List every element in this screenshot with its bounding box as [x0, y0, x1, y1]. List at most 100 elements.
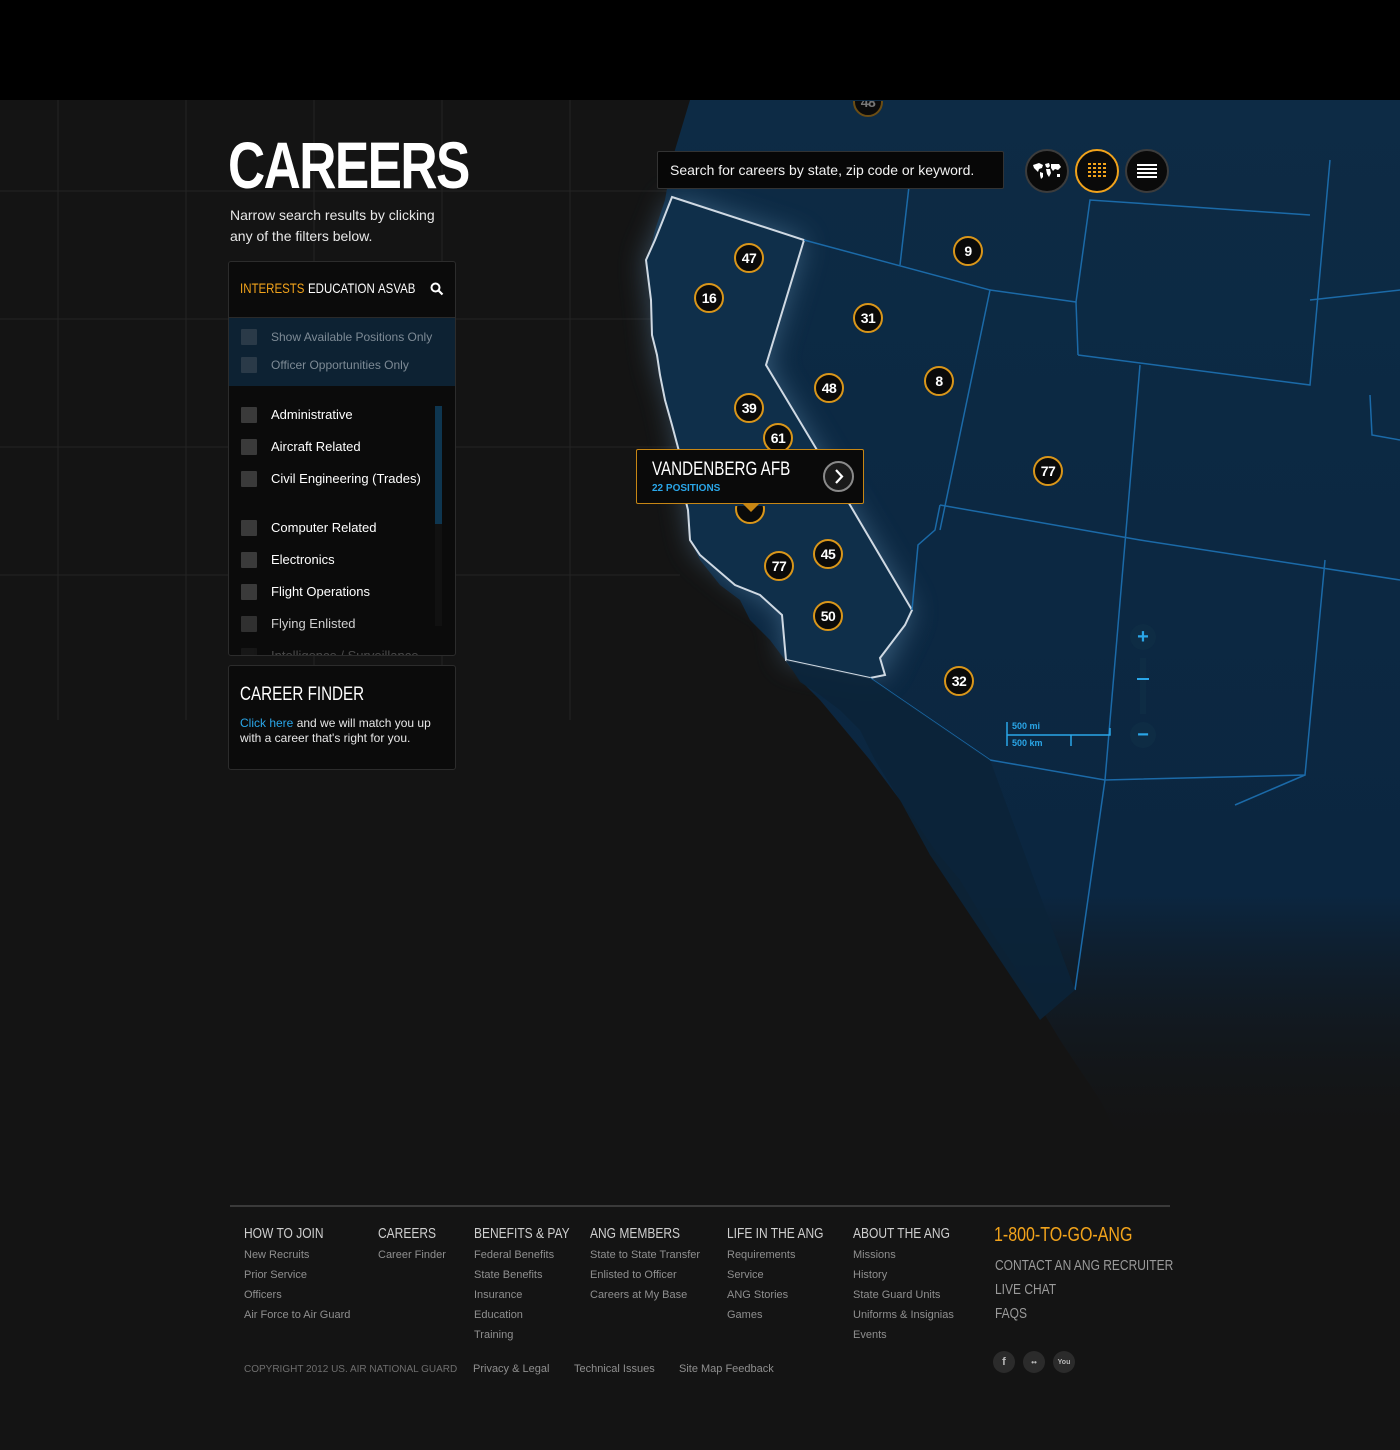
map-marker[interactable]: 45	[813, 539, 843, 569]
map-marker[interactable]: 9	[953, 236, 983, 266]
footer-link[interactable]: Careers at My Base	[590, 1289, 687, 1301]
checkbox[interactable]	[241, 616, 257, 632]
footer-link[interactable]: Missions	[853, 1249, 896, 1261]
checkbox[interactable]	[241, 520, 257, 536]
live-chat-link[interactable]: LIVE CHAT	[995, 1281, 1056, 1298]
copyright: COPYRIGHT 2012 US. AIR NATIONAL GUARD	[244, 1364, 458, 1375]
zoom-out-button[interactable]: −	[1130, 722, 1156, 748]
interest-computer-related[interactable]: Computer Related	[241, 519, 421, 536]
checkbox[interactable]	[241, 552, 257, 568]
interest-aircraft-related[interactable]: Aircraft Related	[241, 438, 421, 455]
map-marker[interactable]: 8	[924, 366, 954, 396]
zoom-slider-track[interactable]	[1140, 658, 1146, 714]
footer-link[interactable]: Training	[474, 1329, 513, 1341]
zoom-slider-handle[interactable]	[1137, 678, 1149, 680]
footer-link[interactable]: History	[853, 1269, 887, 1281]
footer-column-title[interactable]: ABOUT THE ANG	[853, 1225, 950, 1242]
footer-column-title[interactable]: ANG MEMBERS	[590, 1225, 680, 1242]
interest-administrative[interactable]: Administrative	[241, 406, 421, 423]
technical-issues-link[interactable]: Technical Issues	[574, 1363, 655, 1375]
map-area[interactable]	[0, 100, 1400, 1200]
footer-link[interactable]: Officers	[244, 1289, 282, 1301]
footer-link[interactable]: Air Force to Air Guard	[244, 1309, 350, 1321]
footer-column-title[interactable]: HOW TO JOIN	[244, 1225, 324, 1242]
checkbox[interactable]	[241, 471, 257, 487]
privacy-legal-link[interactable]: Privacy & Legal	[473, 1363, 549, 1375]
footer-link[interactable]: Requirements	[727, 1249, 795, 1261]
interest-list[interactable]: Administrative Aircraft Related Civil En…	[229, 398, 455, 655]
tab-asvab[interactable]: ASVAB	[378, 280, 415, 296]
youtube-icon[interactable]: You	[1053, 1351, 1075, 1373]
footer-link[interactable]: State to State Transfer	[590, 1249, 700, 1261]
interest-label: Flying Enlisted	[271, 616, 356, 631]
career-finder-link[interactable]: Click here	[240, 716, 293, 730]
contact-recruiter-link[interactable]: CONTACT AN ANG RECRUITER	[995, 1257, 1173, 1274]
footer-link[interactable]: Events	[853, 1329, 887, 1341]
footer-link[interactable]: New Recruits	[244, 1249, 309, 1261]
toggle-label: Officer Opportunities Only	[271, 358, 409, 372]
interest-flight-operations[interactable]: Flight Operations	[241, 583, 421, 600]
checkbox[interactable]	[241, 584, 257, 600]
footer-link[interactable]: Federal Benefits	[474, 1249, 554, 1261]
career-finder-text: Click here and we will match you up with…	[240, 716, 445, 746]
footer-link[interactable]: Uniforms & Insignias	[853, 1309, 954, 1321]
interest-intelligence[interactable]: Intelligence / Surveillance	[241, 647, 421, 655]
map-marker[interactable]: 39	[734, 393, 764, 423]
interest-flying-enlisted[interactable]: Flying Enlisted	[241, 615, 421, 632]
footer-column-title[interactable]: LIFE IN THE ANG	[727, 1225, 823, 1242]
list-scrollbar-thumb[interactable]	[435, 406, 442, 524]
footer-link[interactable]: Enlisted to Officer	[590, 1269, 677, 1281]
tooltip-positions: 22 POSITIONS	[652, 483, 721, 494]
faqs-link[interactable]: FAQS	[995, 1305, 1027, 1322]
world-map-icon	[1033, 163, 1061, 179]
grid-icon	[1088, 163, 1106, 177]
footer-divider	[230, 1205, 1170, 1207]
map-marker[interactable]: 32	[944, 666, 974, 696]
map-marker[interactable]: 50	[813, 601, 843, 631]
list-icon	[1137, 164, 1157, 178]
search-icon[interactable]	[430, 282, 444, 296]
search-input[interactable]	[658, 152, 1003, 188]
zoom-in-button[interactable]: +	[1130, 624, 1156, 650]
footer-column-title[interactable]: BENEFITS & PAY	[474, 1225, 570, 1242]
interest-civil-engineering[interactable]: Civil Engineering (Trades)	[241, 470, 421, 487]
interest-electronics[interactable]: Electronics	[241, 551, 421, 568]
footer-link[interactable]: Career Finder	[378, 1249, 446, 1261]
grid-view-button[interactable]	[1075, 149, 1119, 193]
map-marker[interactable]: 77	[1033, 456, 1063, 486]
base-tooltip[interactable]: VANDENBERG AFB 22 POSITIONS	[636, 449, 864, 512]
map-marker[interactable]: 77	[764, 551, 794, 581]
tooltip-open-button[interactable]	[823, 461, 854, 492]
interest-label: Administrative	[271, 407, 353, 422]
footer-link[interactable]: Insurance	[474, 1289, 522, 1301]
map-canvas[interactable]	[0, 100, 1400, 1200]
footer-link[interactable]: Games	[727, 1309, 762, 1321]
footer-link[interactable]: State Guard Units	[853, 1289, 940, 1301]
toggle-available-positions[interactable]: Show Available Positions Only	[241, 328, 432, 346]
site-map-feedback-link[interactable]: Site Map Feedback	[679, 1363, 774, 1375]
footer-phone[interactable]: 1-800-TO-GO-ANG	[994, 1224, 1132, 1247]
checkbox[interactable]	[241, 357, 257, 373]
world-map-view-button[interactable]	[1025, 149, 1069, 193]
checkbox[interactable]	[241, 648, 257, 655]
footer-link[interactable]: Service	[727, 1269, 764, 1281]
tab-interests[interactable]: INTERESTS	[240, 280, 304, 296]
footer-link[interactable]: Education	[474, 1309, 523, 1321]
checkbox[interactable]	[241, 407, 257, 423]
checkbox[interactable]	[241, 329, 257, 345]
flickr-icon[interactable]: ••	[1023, 1351, 1045, 1373]
footer-link[interactable]: ANG Stories	[727, 1289, 788, 1301]
map-marker[interactable]: 47	[734, 243, 764, 273]
tab-education[interactable]: EDUCATION	[308, 280, 375, 296]
checkbox[interactable]	[241, 439, 257, 455]
footer-link[interactable]: Prior Service	[244, 1269, 307, 1281]
toggle-officer-opportunities[interactable]: Officer Opportunities Only	[241, 356, 409, 374]
facebook-icon[interactable]: f	[993, 1351, 1015, 1373]
map-marker[interactable]: 16	[694, 283, 724, 313]
filter-panel: INTERESTS EDUCATION ASVAB Show Available…	[228, 261, 456, 656]
footer-column-title[interactable]: CAREERS	[378, 1225, 436, 1242]
footer-link[interactable]: State Benefits	[474, 1269, 543, 1281]
list-view-button[interactable]	[1125, 149, 1169, 193]
map-marker[interactable]: 31	[853, 303, 883, 333]
map-marker[interactable]: 48	[814, 373, 844, 403]
